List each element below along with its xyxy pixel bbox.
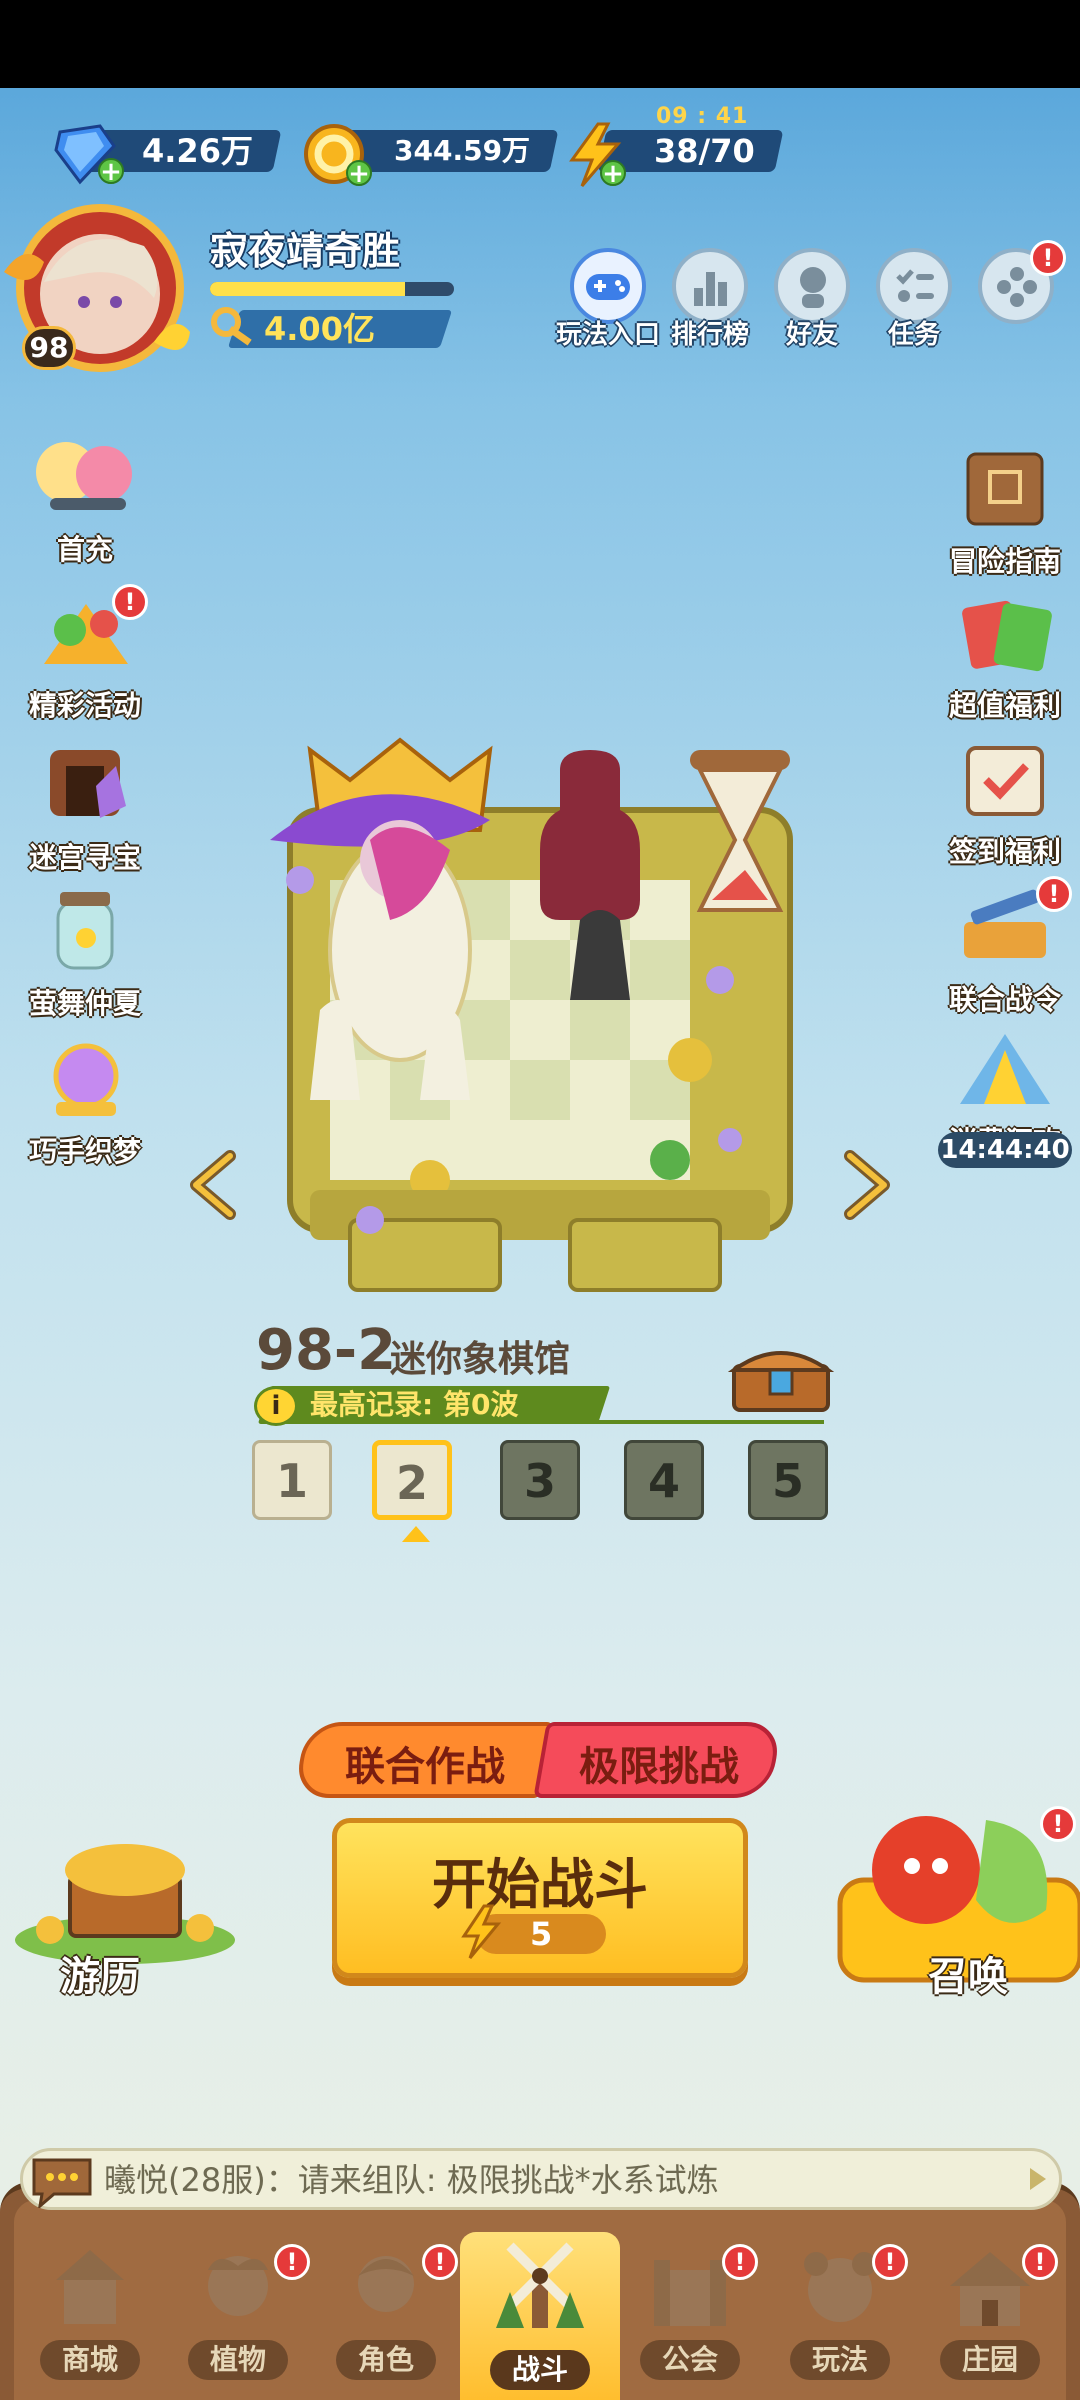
energy-counter[interactable]: 38/70 + bbox=[562, 122, 802, 187]
travel-label: 游历 bbox=[60, 1954, 140, 2000]
player-name: 寂夜靖奇胜 bbox=[210, 229, 401, 273]
tab-shop[interactable]: 商城 bbox=[20, 2240, 160, 2390]
substage-selected-marker bbox=[402, 1526, 430, 1542]
value-welfare-button[interactable]: 超值福利 bbox=[920, 584, 1080, 724]
tab-plants-badge: ! bbox=[274, 2244, 310, 2280]
first-recharge-button[interactable]: 首充 bbox=[0, 428, 170, 568]
tab-guild-badge: ! bbox=[722, 2244, 758, 2280]
more-menu-badge: ! bbox=[1030, 240, 1066, 276]
stage-illustration bbox=[270, 737, 793, 1292]
character-icon bbox=[358, 2256, 414, 2312]
substage-2[interactable]: 2 bbox=[372, 1440, 452, 1520]
guide-book-icon bbox=[966, 452, 1044, 526]
diamond-counter[interactable]: 4.26万 + bbox=[50, 122, 290, 185]
substage-1[interactable]: 1 bbox=[252, 1440, 332, 1520]
next-stage-arrow[interactable] bbox=[838, 1150, 894, 1220]
xp-bar bbox=[210, 282, 454, 296]
plant-icon bbox=[208, 2256, 268, 2316]
summon-badge: ! bbox=[1040, 1806, 1076, 1842]
chat-message: 曦悦(28服)：请来组队: 极限挑战*水系试炼 bbox=[104, 2161, 719, 2199]
calendar-check-icon bbox=[966, 746, 1044, 816]
coop-battle-label: 联合作战 bbox=[345, 1744, 505, 1790]
battle-pass-badge: ! bbox=[1036, 876, 1072, 912]
maze-treasure-button[interactable]: 迷宫寻宝 bbox=[0, 736, 170, 876]
checklist-icon bbox=[896, 269, 934, 302]
coin-counter[interactable]: 344.59万 + bbox=[302, 122, 559, 187]
substage-4[interactable]: 4 bbox=[624, 1440, 704, 1520]
windmill-icon bbox=[496, 2242, 584, 2328]
diamond-add-icon[interactable]: + bbox=[98, 158, 124, 185]
info-icon: i bbox=[254, 1386, 298, 1426]
friend-icon bbox=[800, 267, 826, 308]
tasks-button[interactable]: 任务 bbox=[874, 248, 954, 350]
substage-3[interactable]: 3 bbox=[500, 1440, 580, 1520]
gamepad-icon bbox=[586, 274, 630, 300]
coin-add-icon[interactable]: + bbox=[346, 160, 372, 187]
extreme-challenge-label: 极限挑战 bbox=[579, 1744, 739, 1790]
tab-battle[interactable]: 战斗 bbox=[470, 2232, 610, 2390]
play-entry-button[interactable]: 玩法入口 bbox=[556, 248, 660, 350]
best-record-text: 最高记录: 第0波 bbox=[310, 1388, 519, 1421]
welfare-cards-icon bbox=[962, 600, 1052, 672]
prev-stage-arrow[interactable] bbox=[186, 1150, 242, 1220]
jar-icon bbox=[56, 892, 114, 970]
event-countdown: 14:44:40 bbox=[938, 1132, 1072, 1168]
dream-weaving-button[interactable]: 巧手织梦 bbox=[0, 1030, 170, 1170]
friends-button[interactable]: 好友 bbox=[772, 248, 852, 350]
events-badge: ! bbox=[112, 584, 148, 620]
tab-characters-badge: ! bbox=[422, 2244, 458, 2280]
adventure-guide-button[interactable]: 冒险指南 bbox=[920, 440, 1080, 580]
summon-label: 召唤 bbox=[928, 1954, 1008, 2000]
checkin-welfare-button[interactable]: 签到福利 bbox=[920, 730, 1080, 870]
bar-chart-icon bbox=[694, 272, 727, 306]
stage-number: 98-2 bbox=[256, 1318, 397, 1383]
tab-manor-badge: ! bbox=[1022, 2244, 1058, 2280]
status-bar bbox=[0, 0, 1080, 88]
substage-5[interactable]: 5 bbox=[748, 1440, 828, 1520]
player-level-badge: 98 bbox=[22, 326, 76, 370]
energy-add-icon[interactable]: + bbox=[600, 160, 626, 187]
energy-cost-value: 5 bbox=[530, 1915, 553, 1953]
first-recharge-art-icon bbox=[36, 442, 132, 510]
lightning-icon bbox=[461, 1904, 502, 1959]
leaderboard-button[interactable]: 排行榜 bbox=[670, 248, 750, 350]
chat-bubble-icon bbox=[32, 2158, 92, 2208]
combat-power: 4.00亿 bbox=[210, 306, 453, 352]
best-record: i 最高记录: 第0波 bbox=[254, 1386, 824, 1426]
crystal-ball-icon bbox=[53, 1043, 119, 1116]
start-battle-label: 开始战斗 bbox=[432, 1853, 648, 1916]
combat-power-value: 4.00亿 bbox=[264, 310, 375, 348]
maze-art-icon bbox=[50, 750, 126, 818]
carnival-tent-icon bbox=[960, 1034, 1050, 1104]
shop-icon bbox=[56, 2250, 124, 2324]
chat-expand-arrow-icon[interactable] bbox=[1030, 2168, 1046, 2190]
key-icon bbox=[211, 307, 252, 346]
stage-name: 迷你象棋馆 bbox=[390, 1339, 571, 1380]
firefly-summer-button[interactable]: 萤舞仲夏 bbox=[0, 882, 170, 1022]
grid-menu-icon bbox=[997, 267, 1037, 307]
tab-gameplay-badge: ! bbox=[872, 2244, 908, 2280]
